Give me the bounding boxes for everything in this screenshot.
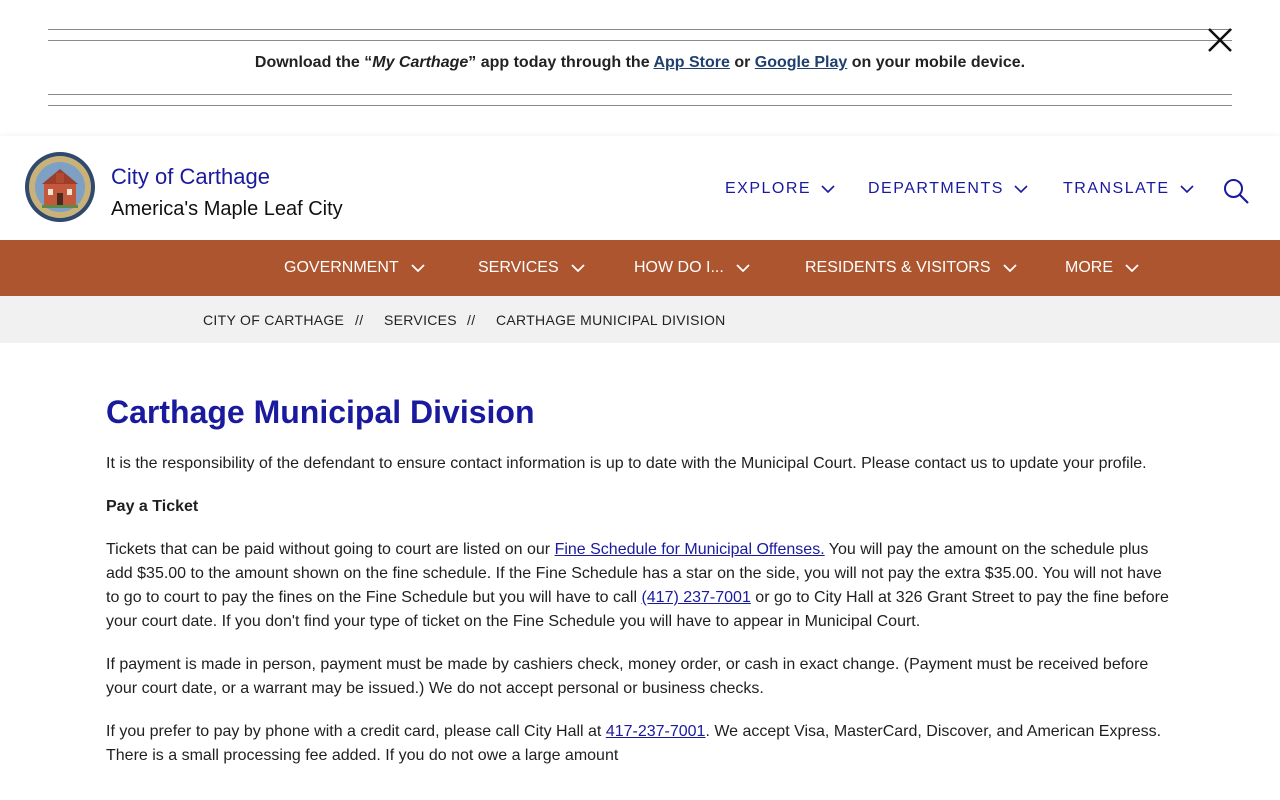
banner-divider (48, 94, 1232, 95)
intro-paragraph: It is the responsibility of the defendan… (106, 455, 1147, 472)
phone-link[interactable]: (417) 237-7001 (641, 589, 750, 606)
util-nav-translate[interactable]: TRANSLATE (1063, 180, 1194, 198)
app-download-banner: Download the “My Carthage” app today thr… (0, 0, 1280, 136)
paragraph-text: Tickets that can be paid without going t… (106, 541, 555, 558)
main-content: Carthage Municipal Division It is the re… (106, 392, 1176, 768)
pay-ticket-heading: Pay a Ticket (106, 498, 199, 515)
phone-link[interactable]: 417-237-7001 (606, 723, 706, 740)
site-tagline: America's Maple Leaf City (111, 198, 343, 220)
breadcrumb-separator: // (467, 312, 476, 328)
breadcrumb-separator: // (355, 312, 364, 328)
breadcrumb: CITY OF CARTHAGE // SERVICES // CARTHAGE… (0, 296, 1280, 343)
util-nav-label: EXPLORE (725, 180, 812, 197)
phone-payment-paragraph: If you prefer to pay by phone with a cre… (106, 720, 1176, 768)
app-name: My Carthage (372, 54, 469, 71)
breadcrumb-current: CARTHAGE MUNICIPAL DIVISION (496, 312, 726, 328)
banner-text: on your mobile device. (847, 54, 1026, 71)
site-header: City of Carthage America's Maple Leaf Ci… (0, 136, 1280, 240)
main-navigation: GOVERNMENT SERVICES HOW DO I... RESIDENT… (0, 240, 1280, 296)
nav-item-label: HOW DO I... (634, 259, 724, 276)
close-icon (1208, 28, 1232, 52)
banner-divider (48, 29, 1232, 30)
nav-item-how-do-i[interactable]: HOW DO I... (634, 240, 750, 296)
util-nav-explore[interactable]: EXPLORE (725, 180, 835, 198)
chevron-down-icon (1002, 263, 1017, 272)
chevron-down-icon (411, 263, 425, 272)
util-nav-label: TRANSLATE (1063, 180, 1170, 197)
nav-item-label: GOVERNMENT (284, 259, 399, 276)
nav-item-services[interactable]: SERVICES (478, 240, 585, 296)
breadcrumb-link-services[interactable]: SERVICES (384, 312, 457, 328)
chevron-down-icon (821, 184, 835, 193)
banner-divider (48, 105, 1232, 106)
close-banner-button[interactable] (1204, 24, 1236, 56)
paragraph-text: If you prefer to pay by phone with a cre… (106, 723, 606, 740)
city-seal-logo[interactable] (24, 151, 96, 223)
chevron-down-icon (570, 263, 585, 272)
chevron-down-icon (736, 263, 750, 272)
nav-item-residents-visitors[interactable]: RESIDENTS & VISITORS (805, 240, 1017, 296)
chevron-down-icon (1125, 263, 1139, 272)
banner-text: or (729, 54, 755, 71)
fine-schedule-paragraph: Tickets that can be paid without going t… (106, 538, 1176, 634)
breadcrumb-link-home[interactable]: CITY OF CARTHAGE (203, 312, 344, 328)
banner-divider (48, 40, 1232, 41)
search-icon (1224, 179, 1249, 204)
banner-text: ” app today through the (468, 54, 654, 71)
app-store-link[interactable]: App Store (653, 54, 729, 71)
nav-item-label: MORE (1065, 259, 1113, 276)
nav-item-government[interactable]: GOVERNMENT (284, 240, 425, 296)
banner-text: Download the “ (254, 54, 373, 71)
fine-schedule-link[interactable]: Fine Schedule for Municipal Offenses. (555, 541, 825, 558)
nav-item-more[interactable]: MORE (1065, 240, 1139, 296)
nav-item-label: SERVICES (478, 259, 559, 276)
google-play-link[interactable]: Google Play (755, 54, 847, 71)
util-nav-label: DEPARTMENTS (868, 180, 1004, 197)
chevron-down-icon (1179, 184, 1194, 193)
chevron-down-icon (1014, 184, 1028, 193)
payment-method-paragraph: If payment is made in person, payment mu… (106, 656, 1149, 697)
nav-item-label: RESIDENTS & VISITORS (805, 259, 991, 276)
search-button[interactable] (1222, 177, 1250, 205)
banner-message: Download the “My Carthage” app today thr… (0, 53, 1280, 73)
util-nav-departments[interactable]: DEPARTMENTS (868, 180, 1028, 198)
page-title: Carthage Municipal Division (106, 394, 535, 430)
site-name-link[interactable]: City of Carthage (111, 164, 270, 190)
